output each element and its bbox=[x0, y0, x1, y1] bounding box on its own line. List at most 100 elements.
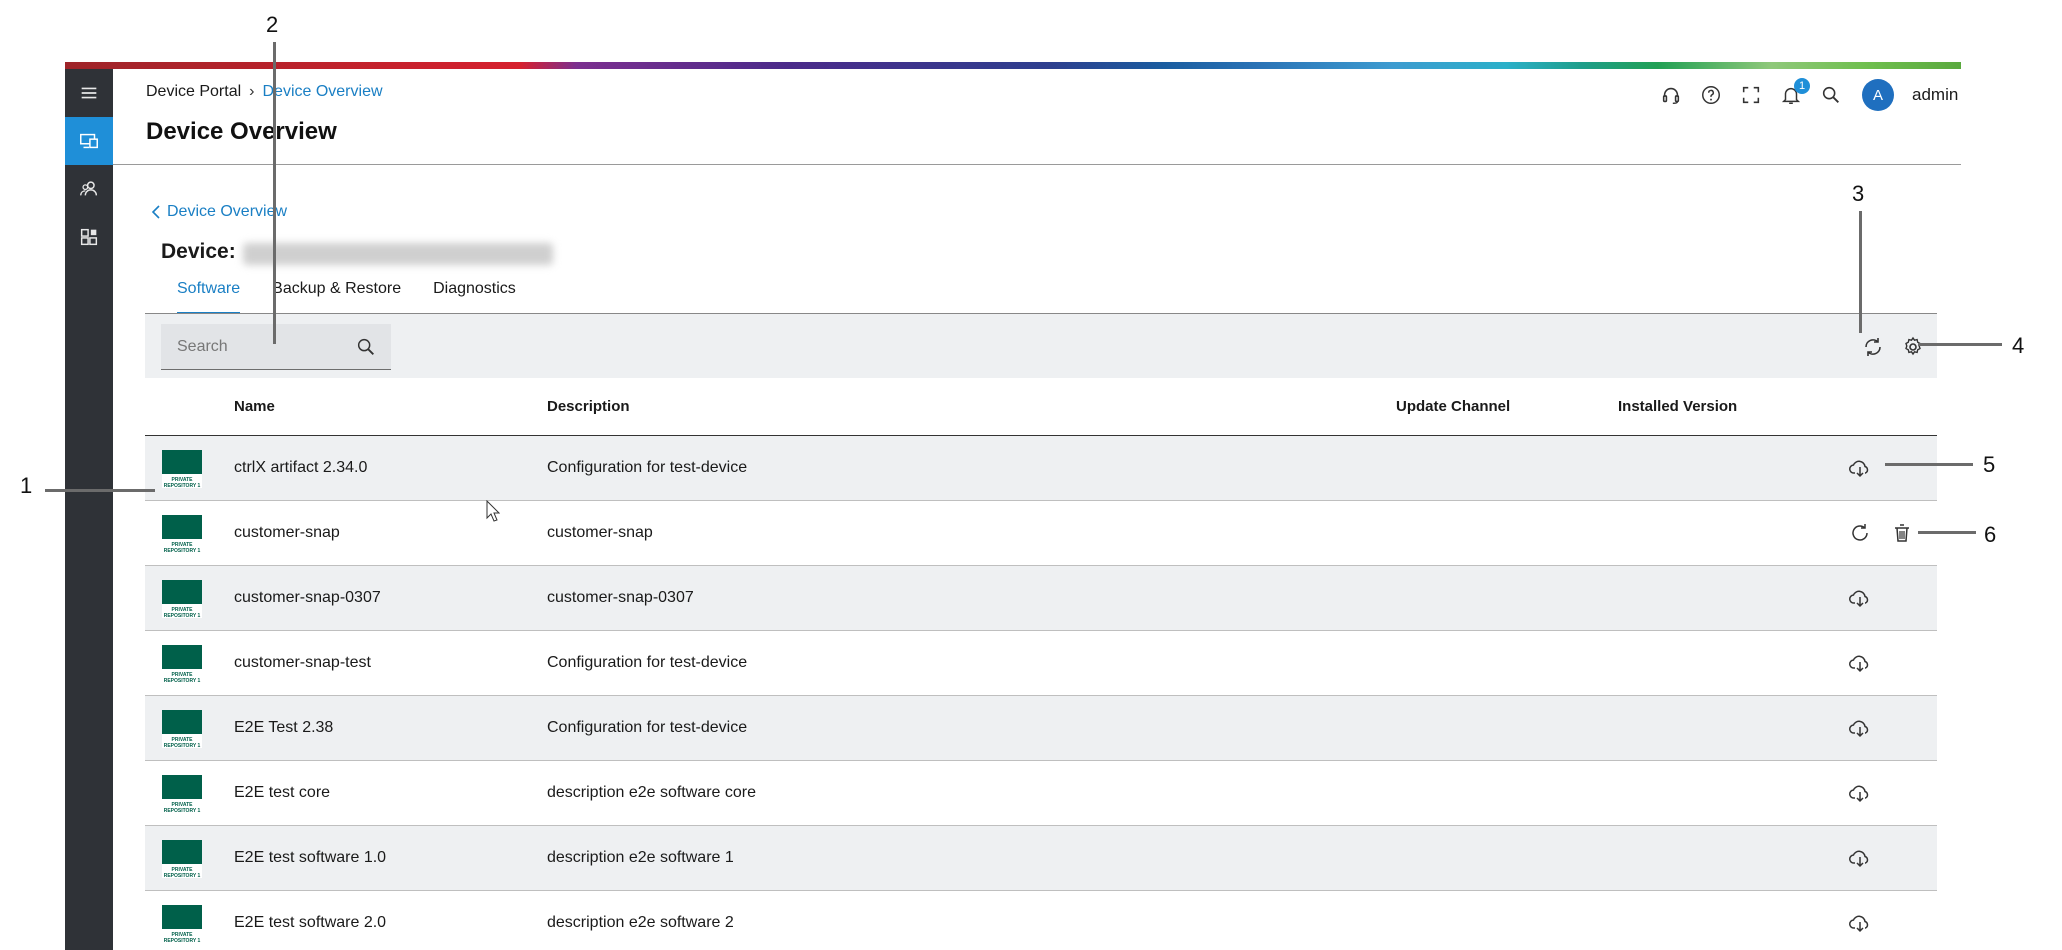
download-icon[interactable] bbox=[1848, 651, 1872, 675]
row-description: customer-snap-0307 bbox=[547, 589, 694, 606]
username[interactable]: admin bbox=[1912, 85, 1958, 105]
tab-diagnostics[interactable]: Diagnostics bbox=[417, 276, 532, 314]
support-button[interactable] bbox=[1660, 84, 1682, 106]
column-header-description[interactable]: Description bbox=[547, 398, 630, 415]
menu-button[interactable] bbox=[65, 69, 113, 117]
help-icon bbox=[1702, 86, 1720, 104]
rail-item-devices[interactable] bbox=[65, 117, 113, 165]
row-name: customer-snap bbox=[234, 524, 340, 541]
callout-number: 2 bbox=[266, 12, 279, 37]
row-name: ctrlX artifact 2.34.0 bbox=[234, 459, 368, 476]
brand-color-bar bbox=[65, 62, 1961, 69]
row-description: description e2e software core bbox=[547, 784, 756, 801]
table-header: Name Description Update Channel Installe… bbox=[145, 378, 1937, 436]
header-divider bbox=[113, 164, 1961, 165]
help-button[interactable] bbox=[1700, 84, 1722, 106]
table-row[interactable]: PRIVATE REPOSITORY 1 customer-snap-0307 cus… bbox=[145, 566, 1937, 631]
column-header-update-channel[interactable]: Update Channel bbox=[1396, 398, 1510, 415]
search-box bbox=[161, 324, 391, 370]
callout-number: 6 bbox=[1984, 522, 1997, 547]
svg-text:REPOSITORY 1: REPOSITORY 1 bbox=[164, 548, 201, 553]
refresh-icon[interactable] bbox=[1861, 335, 1885, 359]
menu-icon bbox=[81, 87, 97, 99]
breadcrumb-root[interactable]: Device Portal bbox=[146, 83, 241, 101]
search-icon bbox=[1822, 86, 1839, 103]
column-header-name[interactable]: Name bbox=[234, 398, 275, 415]
mouse-cursor-icon bbox=[486, 500, 500, 522]
row-name: customer-snap-0307 bbox=[234, 589, 381, 606]
tab-bar: Software Backup & Restore Diagnostics bbox=[161, 276, 532, 314]
repository-thumbnail: PRIVATE REPOSITORY 1 bbox=[162, 905, 202, 944]
search-icon[interactable] bbox=[355, 336, 377, 358]
table-row[interactable]: PRIVATE REPOSITORY 1 E2E Test 2.38 Configur… bbox=[145, 696, 1937, 761]
svg-text:REPOSITORY 1: REPOSITORY 1 bbox=[164, 743, 201, 748]
svg-text:REPOSITORY 1: REPOSITORY 1 bbox=[164, 483, 201, 488]
download-icon[interactable] bbox=[1848, 456, 1872, 480]
apps-icon bbox=[80, 228, 98, 246]
trash-icon[interactable] bbox=[1890, 521, 1914, 545]
repository-thumbnail: PRIVATE REPOSITORY 1 bbox=[162, 775, 202, 814]
table-row[interactable]: PRIVATE REPOSITORY 1 ctrlX artifact 2.34.0… bbox=[145, 436, 1937, 501]
callout-number: 1 bbox=[20, 473, 33, 498]
svg-text:REPOSITORY 1: REPOSITORY 1 bbox=[164, 873, 201, 878]
device-name-redacted bbox=[243, 243, 553, 265]
svg-text:REPOSITORY 1: REPOSITORY 1 bbox=[164, 808, 201, 813]
back-link[interactable]: Device Overview bbox=[151, 203, 287, 221]
headset-icon bbox=[1662, 87, 1680, 104]
tab-software[interactable]: Software bbox=[161, 276, 256, 314]
left-navigation-rail bbox=[65, 69, 113, 950]
rail-item-apps[interactable] bbox=[65, 213, 113, 261]
row-name: E2E test software 1.0 bbox=[234, 849, 387, 866]
notification-badge: 1 bbox=[1794, 78, 1810, 94]
row-name: E2E Test 2.38 bbox=[234, 719, 334, 736]
back-link-label: Device Overview bbox=[167, 203, 288, 220]
row-name: E2E test core bbox=[234, 784, 331, 801]
repository-thumbnail: PRIVATE REPOSITORY 1 bbox=[162, 840, 202, 879]
download-icon[interactable] bbox=[1848, 586, 1872, 610]
table-row[interactable]: PRIVATE REPOSITORY 1 E2E test software 1.0… bbox=[145, 826, 1937, 891]
breadcrumb-current[interactable]: Device Overview bbox=[262, 83, 382, 101]
column-header-installed-version[interactable]: Installed Version bbox=[1618, 398, 1737, 415]
search-input[interactable] bbox=[177, 336, 347, 358]
page-title: Device Overview bbox=[146, 118, 337, 145]
table-row[interactable]: PRIVATE REPOSITORY 1 E2E test software 2.0… bbox=[145, 891, 1937, 950]
download-icon[interactable] bbox=[1848, 846, 1872, 870]
breadcrumb-separator: › bbox=[249, 83, 255, 100]
gear-icon[interactable] bbox=[1901, 335, 1925, 359]
users-icon bbox=[80, 181, 98, 196]
refresh-icon[interactable] bbox=[1848, 521, 1872, 545]
callout-line bbox=[1859, 211, 1862, 333]
table-toolbar bbox=[145, 314, 1937, 378]
table-row[interactable]: PRIVATE REPOSITORY 1 E2E test core descript… bbox=[145, 761, 1937, 826]
download-icon[interactable] bbox=[1848, 716, 1872, 740]
global-search-button[interactable] bbox=[1820, 84, 1842, 106]
breadcrumb: Device Portal › Device Overview bbox=[146, 83, 383, 101]
fullscreen-button[interactable] bbox=[1740, 84, 1762, 106]
chevron-left-icon bbox=[151, 205, 160, 219]
svg-text:REPOSITORY 1: REPOSITORY 1 bbox=[164, 678, 201, 683]
fullscreen-icon bbox=[1742, 86, 1760, 104]
callout-number: 3 bbox=[1852, 181, 1865, 206]
row-name: customer-snap-test bbox=[234, 654, 371, 671]
callout-line bbox=[1918, 343, 2002, 346]
row-description: customer-snap bbox=[547, 524, 653, 541]
callout-number: 5 bbox=[1983, 452, 1996, 477]
device-label: Device: bbox=[161, 240, 236, 263]
repository-thumbnail: PRIVATE REPOSITORY 1 bbox=[162, 515, 202, 554]
row-description: description e2e software 1 bbox=[547, 849, 734, 866]
svg-text:REPOSITORY 1: REPOSITORY 1 bbox=[164, 938, 201, 943]
table-row[interactable]: PRIVATE REPOSITORY 1 customer-snap customer… bbox=[145, 501, 1937, 566]
repository-thumbnail: PRIVATE REPOSITORY 1 bbox=[162, 450, 202, 489]
callout-line bbox=[1885, 463, 1973, 466]
rail-item-users[interactable] bbox=[65, 165, 113, 213]
row-description: description e2e software 2 bbox=[547, 914, 734, 931]
download-icon[interactable] bbox=[1848, 781, 1872, 805]
download-icon[interactable] bbox=[1848, 911, 1872, 935]
row-description: Configuration for test-device bbox=[547, 719, 748, 736]
tab-backup-restore[interactable]: Backup & Restore bbox=[256, 276, 417, 314]
notifications-button[interactable]: 1 bbox=[1780, 78, 1810, 106]
avatar[interactable]: A bbox=[1862, 79, 1894, 111]
repository-thumbnail: PRIVATE REPOSITORY 1 bbox=[162, 580, 202, 619]
callout-line bbox=[273, 42, 276, 344]
table-row[interactable]: PRIVATE REPOSITORY 1 customer-snap-test Con… bbox=[145, 631, 1937, 696]
